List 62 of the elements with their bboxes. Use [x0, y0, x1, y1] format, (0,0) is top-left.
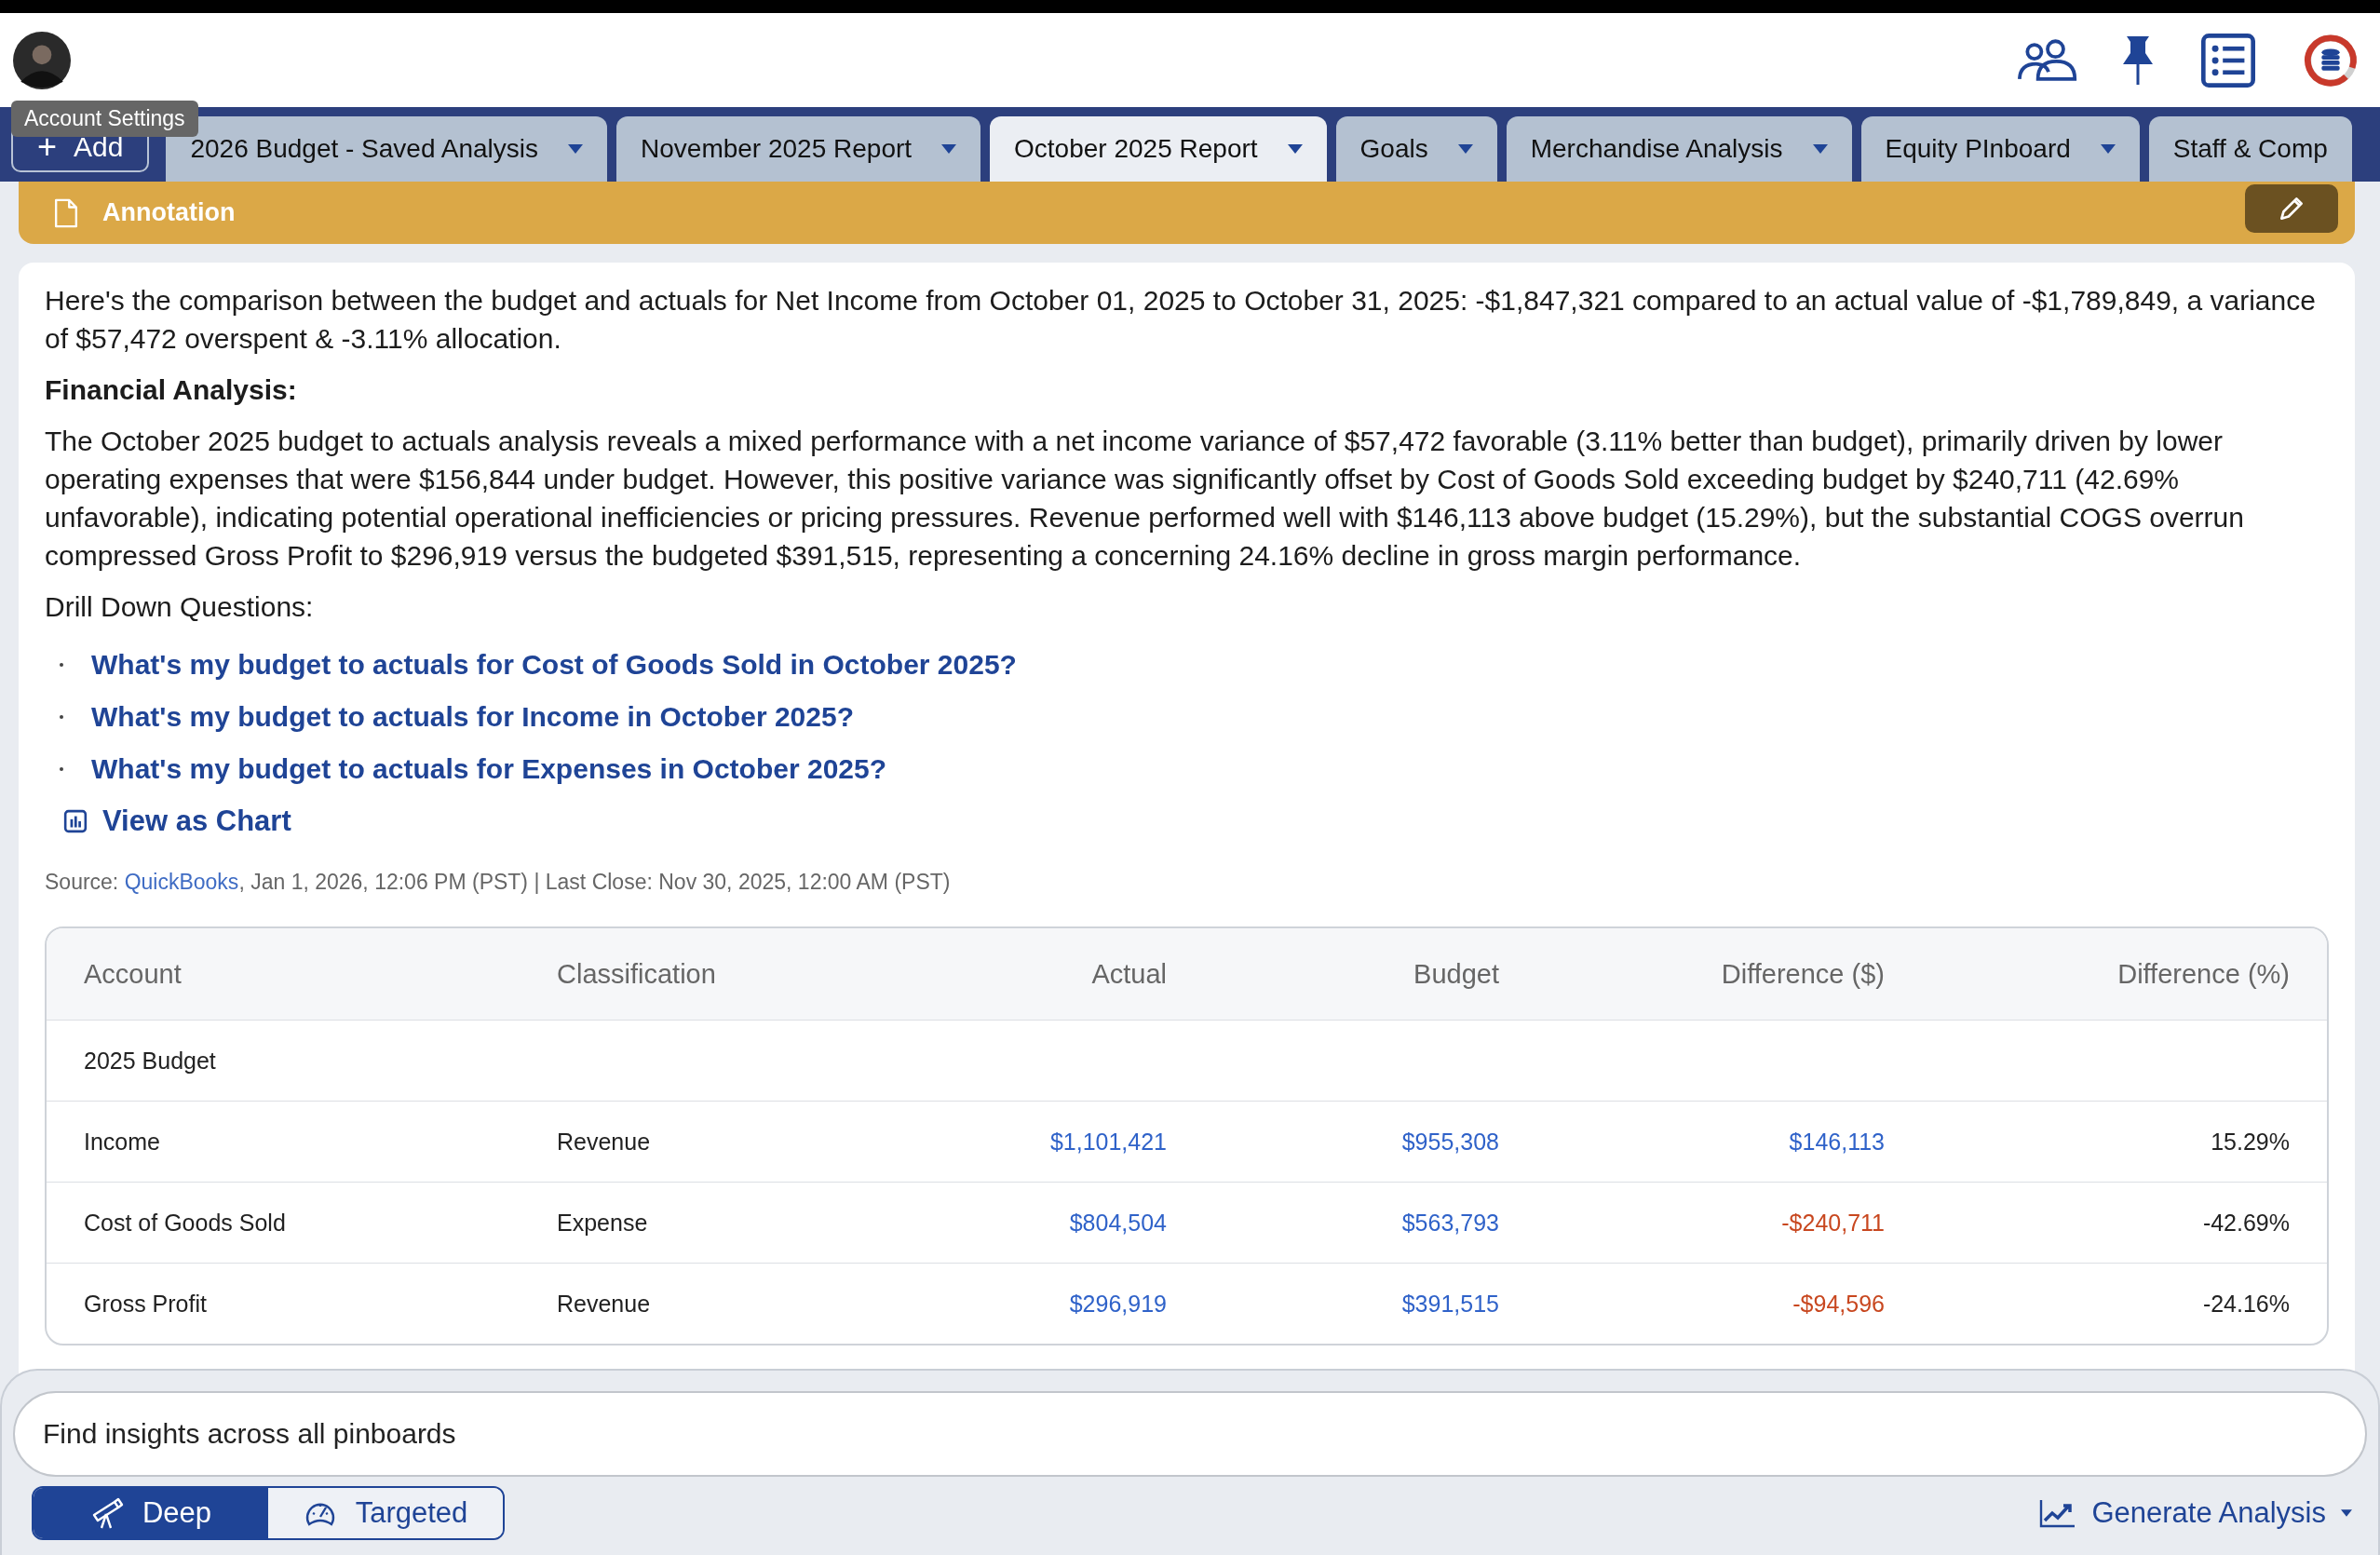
- section-heading: Financial Analysis:: [45, 373, 298, 407]
- view-chart-link[interactable]: View as Chart: [63, 805, 291, 838]
- table-cell[interactable]: $296,919: [836, 1290, 1167, 1318]
- table-cell-text: Income: [84, 1128, 161, 1156]
- caret-icon: [2341, 1509, 2352, 1517]
- bar-chart-icon: [63, 809, 88, 833]
- tab[interactable]: Staff & Comp: [2148, 116, 2352, 182]
- table-cell[interactable]: $391,515: [1167, 1290, 1499, 1318]
- table-cell[interactable]: $804,504: [836, 1209, 1167, 1237]
- question-link[interactable]: What's my budget to actuals for Cost of Goods Sold in October 2025?: [91, 649, 1017, 681]
- caret-icon: [1457, 144, 1473, 154]
- line-chart-icon: [2039, 1498, 2077, 1528]
- tab[interactable]: Goals: [1335, 116, 1497, 182]
- table-cell-text: Revenue: [557, 1290, 652, 1318]
- source-text: Source: QuickBooks, Jan 1, 2026, 12:06 PM (PST) | Last Close: Nov 30, 2025, 12:00 AM (PST): [45, 870, 952, 895]
- table-cell-text: 2025 Budget: [84, 1047, 217, 1075]
- tooltip: Account Settings: [11, 101, 198, 137]
- mode-toggle[interactable]: Deep: [34, 1488, 268, 1538]
- table-cell-text: -24.16%: [2201, 1290, 2290, 1318]
- caret-icon: [568, 144, 583, 154]
- bullet-icon: [60, 715, 63, 719]
- document-icon: [54, 196, 78, 229]
- table-cell-text: Cost of Goods Sold: [84, 1209, 287, 1237]
- column-header: Difference (%): [2116, 958, 2290, 990]
- table-cell[interactable]: $146,113: [1499, 1128, 1885, 1156]
- source-link[interactable]: QuickBooks: [124, 870, 239, 894]
- bullet-icon: [60, 663, 63, 667]
- table-cell[interactable]: $563,793: [1167, 1209, 1499, 1237]
- question-link[interactable]: What's my budget to actuals for Income in October 2025?: [91, 701, 854, 733]
- column-header: Actual: [1090, 958, 1167, 990]
- question-link[interactable]: What's my budget to actuals for Expenses in October 2025?: [91, 753, 886, 785]
- table-cell-text: Expense: [557, 1209, 649, 1237]
- generate-analysis-button[interactable]: Generate Analysis: [2034, 1495, 2358, 1531]
- table-cell[interactable]: -$240,711: [1499, 1209, 1885, 1237]
- drill-down-heading: Drill Down Questions:: [45, 590, 315, 624]
- tab[interactable]: Merchandise Analysis: [1506, 116, 1852, 182]
- analysis-text: The October 2025 budget to actuals analysis reveals a mixed performance with a net income variance of $57,472 favorable (3.11% better than budget), primarily driven by lower operating expenses that were $156,844 under budget. However, this positive variance was significantly offset by Cost of Goods Sold exceeding budget by $240,711 (42.69% unfavorable), indicating potential operational inefficiencies or pricing pressures. Revenue performed well with $146,113 above budget (15.29%), but the substantial COGS overrun compressed Gross Profit to $296,919 versus the budgeted $391,515, representing a concerning 24.16% decline in gross margin performance.: [45, 425, 2245, 573]
- tab[interactable]: November 2025 Report: [616, 116, 981, 182]
- table-cell[interactable]: $1,101,421: [836, 1128, 1167, 1156]
- table-cell-text: -42.69%: [2201, 1209, 2290, 1237]
- summary-text: Here's the comparison between the budget and actuals for Net Income from October 01, 2025 to October 31, 2025: -$1,847,321 compared to an actual value of -$1,789,849, a variance of $57,472 overspent & -3.11% allocation.: [45, 284, 2317, 356]
- column-header: Difference ($): [1720, 958, 1885, 990]
- tab[interactable]: Equity PInboard: [1860, 116, 2140, 182]
- caret-icon: [1812, 144, 1828, 154]
- tab[interactable]: October 2025 Report: [990, 116, 1327, 182]
- table-cell[interactable]: -$94,596: [1499, 1290, 1885, 1318]
- caret-icon: [1287, 144, 1303, 154]
- search-field[interactable]: Find insights across all pinboards: [13, 1391, 2367, 1477]
- caret-icon: [2100, 144, 2116, 154]
- column-header: Budget: [1413, 958, 1499, 990]
- table-cell-text: 15.29%: [2210, 1128, 2290, 1156]
- column-header: Account: [84, 958, 183, 990]
- table-cell-text: Revenue: [557, 1128, 652, 1156]
- table-cell[interactable]: $955,308: [1167, 1128, 1499, 1156]
- column-header: Classification: [557, 958, 717, 990]
- avatar-icon[interactable]: [13, 31, 71, 89]
- caret-icon: [941, 144, 957, 154]
- table-cell-text: Gross Profit: [84, 1290, 208, 1318]
- annotation-title: Annotation: [102, 198, 236, 227]
- edit-button[interactable]: [2245, 183, 2338, 233]
- mode-toggle[interactable]: Targeted: [268, 1488, 503, 1538]
- bullet-icon: [60, 767, 63, 771]
